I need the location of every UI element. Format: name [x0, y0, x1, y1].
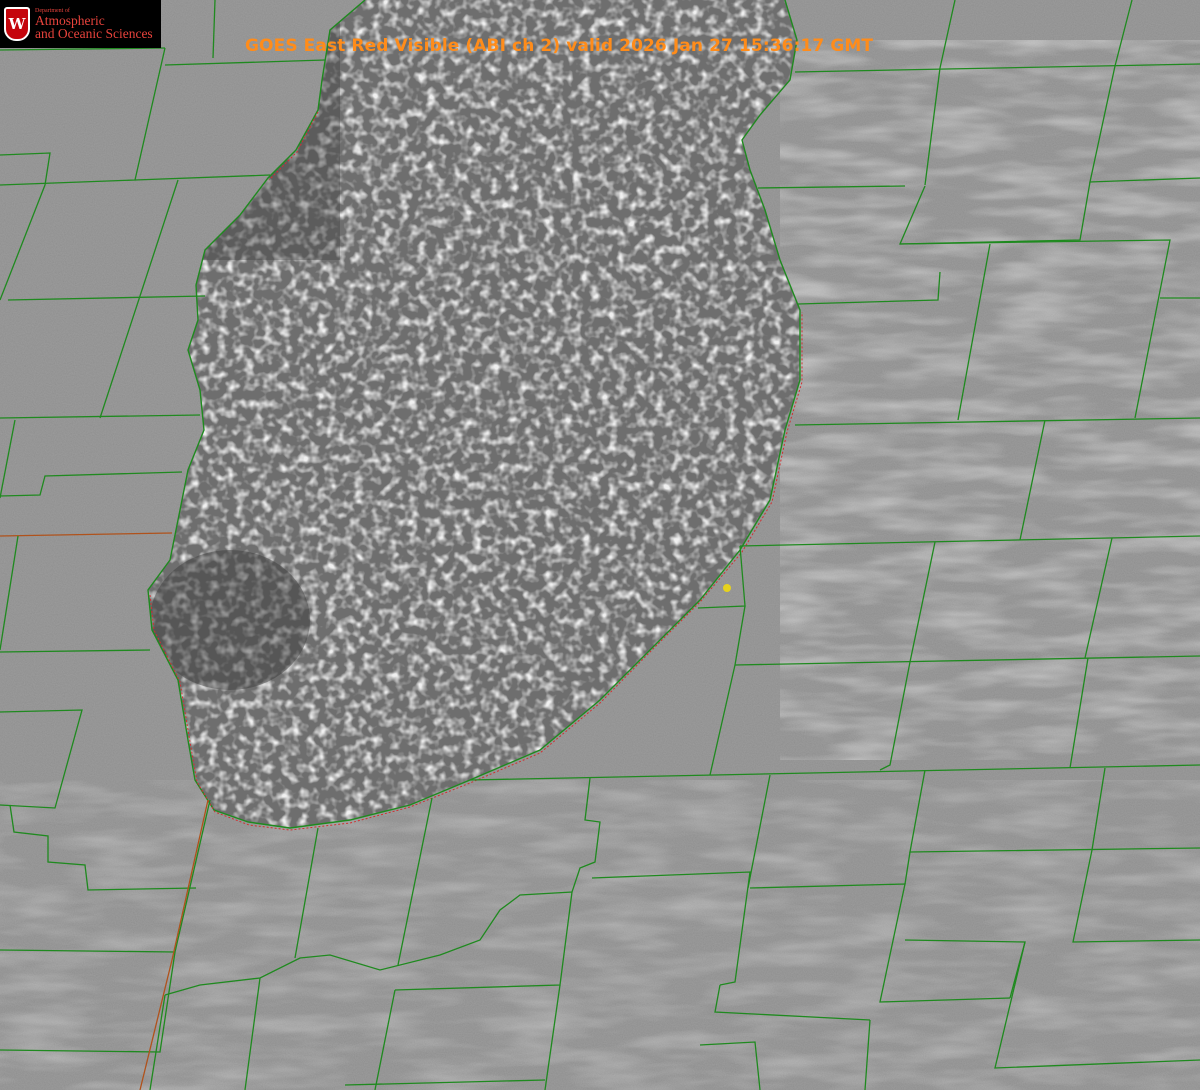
satellite-map — [0, 0, 1200, 1090]
land-cloud-streaks — [780, 40, 1200, 760]
logo-line-atmospheric: Atmospheric — [35, 12, 105, 28]
image-title: GOES East Red Visible (ABI ch 2) valid 2… — [245, 36, 874, 56]
uw-aos-logo: W Department of Atmospheric and Oceanic … — [0, 0, 161, 48]
logo-text: Department of Atmospheric and Oceanic Sc… — [35, 8, 153, 41]
uw-crest-icon: W — [4, 7, 30, 41]
satellite-image-viewer: W Department of Atmospheric and Oceanic … — [0, 0, 1200, 1090]
location-marker — [723, 584, 731, 592]
logo-line-oceanic: and Oceanic Sciences — [35, 26, 153, 41]
